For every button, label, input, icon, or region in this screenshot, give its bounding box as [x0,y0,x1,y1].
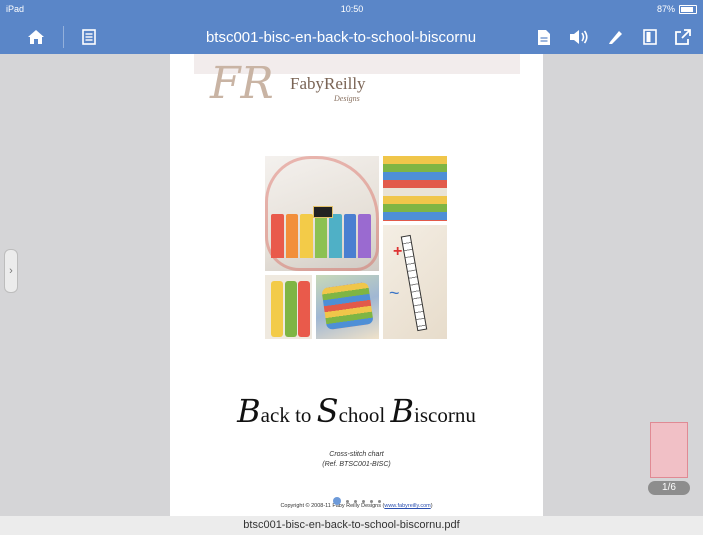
filename-bar: btsc001-bisc-en-back-to-school-biscornu.… [0,516,703,535]
page-thumbnail[interactable] [650,422,688,478]
photo-biscornu-side [316,275,379,339]
share-button[interactable] [672,26,694,48]
pdf-page[interactable]: FR FabyReilly Designs + ~ Back to School… [170,54,543,516]
annotate-button[interactable] [604,26,626,48]
logo-monogram: FR [210,58,274,109]
document-title: btsc001-bisc-en-back-to-school-biscornu [205,29,477,46]
page-dot[interactable] [333,497,341,505]
battery-icon [679,5,697,14]
page-dot[interactable] [346,499,349,503]
photo-biscornu-pencils [265,156,379,271]
clock: 10:50 [340,4,364,14]
list-icon [82,29,96,45]
carrier-label: iPad [6,4,25,14]
contents-button[interactable] [78,26,100,48]
logo-designs: Designs [334,94,360,103]
chart-reference: Cross-stitch chart (Ref. BTSC001-BISC) [322,451,391,468]
home-icon [28,30,44,44]
pencil-icon [609,31,622,44]
page-dot[interactable] [370,499,373,503]
status-bar: iPad 10:50 87% [0,0,703,20]
document-heading: Back to School Biscornu [237,392,476,430]
sidebar-toggle-button[interactable]: › [4,249,18,293]
document-button[interactable] [533,26,555,48]
speaker-icon [570,30,588,44]
photo-ruler-detail: + ~ [383,225,447,339]
page-indicator-dots[interactable] [333,497,381,505]
book-icon [643,29,657,45]
toolbar-divider [63,26,64,48]
page-dot[interactable] [378,499,381,503]
page-counter: 1/6 [648,481,690,495]
home-button[interactable] [25,26,47,48]
website-link[interactable]: www.fabyreilly.com [384,503,430,509]
photo-pencil-detail [265,275,312,339]
photo-stitched-stripes [383,156,447,221]
book-button[interactable] [639,26,661,48]
page-dot[interactable] [354,499,357,503]
share-icon [675,28,691,45]
toolbar: btsc001-bisc-en-back-to-school-biscornu [0,20,703,54]
faby-reilly-logo: FR FabyReilly Designs [210,58,380,114]
document-icon [538,29,550,45]
logo-brand: FabyReilly [290,74,366,93]
chevron-right-icon: › [9,265,13,277]
page-dot[interactable] [362,499,365,503]
speaker-button[interactable] [568,26,590,48]
battery-percent: 87% [656,4,675,14]
